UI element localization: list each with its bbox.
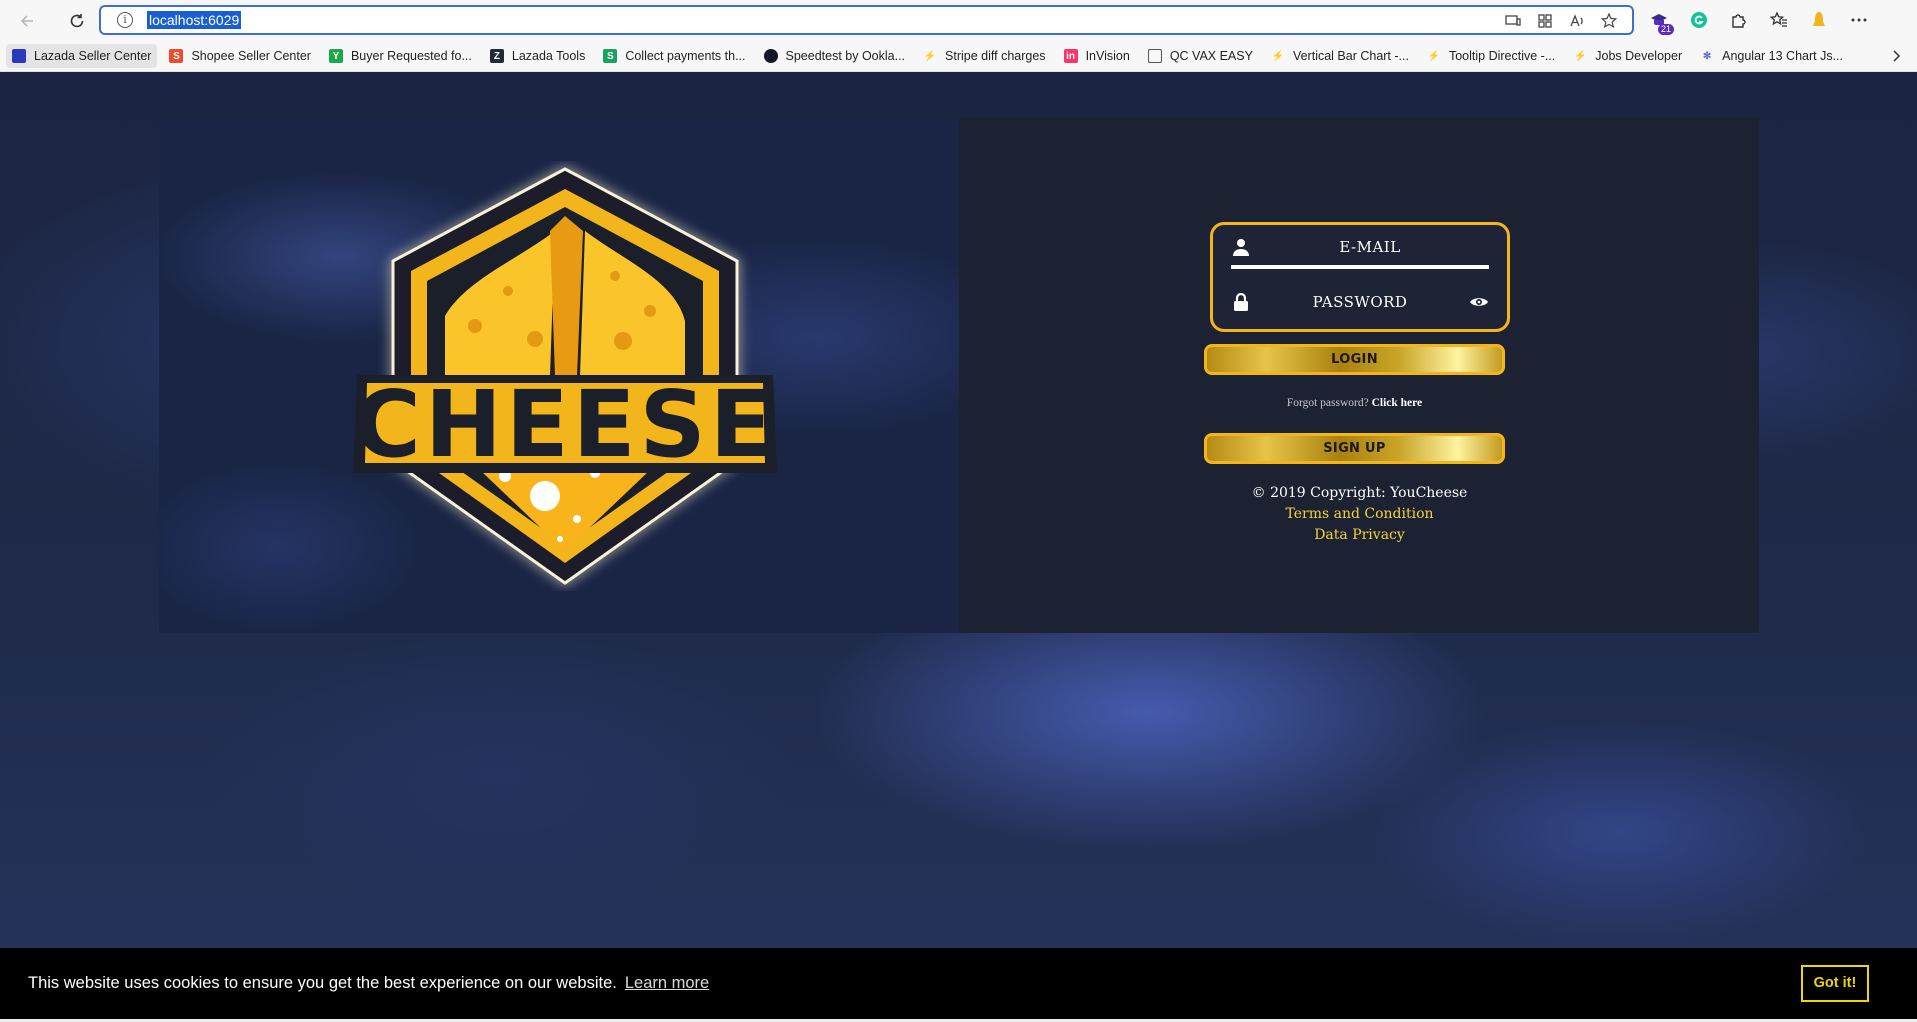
bolt-icon: ⚡ xyxy=(1427,50,1441,62)
back-arrow-icon xyxy=(20,14,33,27)
buyer-requested-icon: Y xyxy=(328,49,343,63)
document-icon xyxy=(1147,49,1162,63)
bookmark-item[interactable]: ✻ Angular 13 Chart Js... xyxy=(1694,44,1849,68)
cookie-banner: This website uses cookies to ensure you … xyxy=(0,948,1917,1019)
learn-more-link[interactable]: Learn more xyxy=(625,974,709,993)
bookmark-item[interactable]: ⚡ Jobs Developer xyxy=(1567,44,1688,68)
extension-hat-icon[interactable]: 21 xyxy=(1648,7,1674,35)
bookmark-label: Stripe diff charges xyxy=(945,49,1046,63)
browser-toolbar: i localhost:6029 21 xyxy=(0,0,1917,41)
bookmark-item[interactable]: ⚡ Stripe diff charges xyxy=(917,44,1052,68)
bookmark-label: Jobs Developer xyxy=(1595,49,1683,63)
bookmark-label: Lazada Seller Center xyxy=(34,49,152,63)
bookmark-label: Angular 13 Chart Js... xyxy=(1722,49,1844,63)
device-icon[interactable] xyxy=(1504,12,1522,30)
bookmark-item[interactable]: ⚡ Vertical Bar Chart -... xyxy=(1265,44,1415,68)
stripe-icon: ⚡ xyxy=(923,50,937,62)
copyright-text: © 2019 Copyright: YouCheese xyxy=(1251,485,1468,501)
bolt-icon: ⚡ xyxy=(1271,50,1285,62)
email-placeholder: E-MAIL xyxy=(1339,238,1401,256)
grammarly-icon[interactable] xyxy=(1688,7,1710,33)
apps-icon[interactable] xyxy=(1536,12,1554,30)
address-bar[interactable]: i localhost:6029 xyxy=(99,5,1634,35)
shopee-icon: S xyxy=(169,49,184,63)
bookmark-label: InVision xyxy=(1085,49,1130,63)
bookmark-item[interactable]: S Shopee Seller Center xyxy=(163,44,317,68)
bookmark-item[interactable]: Y Buyer Requested fo... xyxy=(323,44,478,68)
password-field[interactable]: PASSWORD xyxy=(1231,282,1489,322)
signup-button[interactable]: SIGN UP xyxy=(1204,433,1505,464)
favorite-add-icon[interactable] xyxy=(1600,12,1618,30)
logo-panel: CHEESE xyxy=(159,117,959,633)
bookmark-item[interactable]: S Collect payments th... xyxy=(597,44,751,68)
url-text[interactable]: localhost:6029 xyxy=(147,11,242,29)
bookmark-label: QC VAX EASY xyxy=(1169,49,1253,63)
reload-button[interactable] xyxy=(60,4,94,38)
page-background: CHEESE E-MAIL PASSWORD LOGIN Forgot pass… xyxy=(0,72,1917,1022)
forgot-text: Forgot password? xyxy=(1286,397,1369,409)
credentials-box: E-MAIL PASSWORD xyxy=(1210,222,1510,332)
extension-badge: 21 xyxy=(1657,24,1674,35)
bookmark-label: Collect payments th... xyxy=(625,49,746,63)
reload-icon xyxy=(70,13,84,27)
eye-icon[interactable] xyxy=(1469,292,1489,312)
bookmark-item[interactable]: Speedtest by Ookla... xyxy=(758,44,912,68)
forgot-link[interactable]: Click here xyxy=(1372,397,1423,409)
lock-icon xyxy=(1234,292,1248,311)
form-panel: E-MAIL PASSWORD LOGIN Forgot password? C… xyxy=(959,117,1759,633)
terms-link[interactable]: Terms and Condition xyxy=(1204,504,1515,525)
bookmark-item[interactable]: Lazada Seller Center xyxy=(6,44,158,68)
chevron-right-icon[interactable] xyxy=(1889,49,1903,63)
site-info-icon[interactable]: i xyxy=(117,12,133,28)
speedtest-icon xyxy=(763,49,778,63)
back-button[interactable] xyxy=(10,4,44,38)
privacy-link[interactable]: Data Privacy xyxy=(1204,525,1515,546)
bookmark-label: Lazada Tools xyxy=(511,49,586,63)
bookmark-item[interactable]: Z Lazada Tools xyxy=(484,44,591,68)
login-card: CHEESE E-MAIL PASSWORD LOGIN Forgot pass… xyxy=(159,117,1759,633)
invision-icon: in xyxy=(1063,49,1078,63)
profile-avatar-icon[interactable] xyxy=(1808,7,1830,33)
bookmark-item[interactable]: in InVision xyxy=(1058,44,1136,68)
angular-react-icon: ✻ xyxy=(1702,50,1712,62)
bookmarks-bar: Lazada Seller Center S Shopee Seller Cent… xyxy=(0,41,1917,72)
cheese-logo: CHEESE xyxy=(353,167,777,585)
accept-cookies-button[interactable]: Got it! xyxy=(1801,965,1869,1002)
bookmark-label: Shopee Seller Center xyxy=(191,49,311,63)
collect-payments-icon: S xyxy=(603,49,618,63)
jobs-icon: ⚡ xyxy=(1574,50,1587,62)
favorites-icon[interactable] xyxy=(1768,7,1790,33)
lazada-tools-icon: Z xyxy=(489,49,504,63)
footer: © 2019 Copyright: YouCheese Terms and Co… xyxy=(1204,483,1515,546)
read-aloud-icon[interactable] xyxy=(1568,12,1586,30)
forgot-password: Forgot password? Click here xyxy=(1204,397,1505,409)
bookmark-label: Tooltip Directive -... xyxy=(1448,49,1556,63)
bookmark-label: Vertical Bar Chart -... xyxy=(1292,49,1409,63)
lazada-icon xyxy=(12,49,26,63)
password-placeholder: PASSWORD xyxy=(1312,293,1408,311)
settings-more-icon[interactable] xyxy=(1848,7,1870,33)
bookmark-item[interactable]: ⚡ Tooltip Directive -... xyxy=(1421,44,1561,68)
cookie-message: This website uses cookies to ensure you … xyxy=(28,974,617,992)
login-button[interactable]: LOGIN xyxy=(1204,344,1505,375)
bookmark-label: Speedtest by Ookla... xyxy=(785,49,906,63)
logo-text: CHEESE xyxy=(353,371,776,478)
bookmark-label: Buyer Requested fo... xyxy=(350,49,472,63)
bookmark-item[interactable]: QC VAX EASY xyxy=(1142,44,1259,68)
extensions-puzzle-icon[interactable] xyxy=(1728,7,1750,33)
email-field[interactable]: E-MAIL xyxy=(1231,229,1489,269)
user-icon xyxy=(1233,239,1249,256)
